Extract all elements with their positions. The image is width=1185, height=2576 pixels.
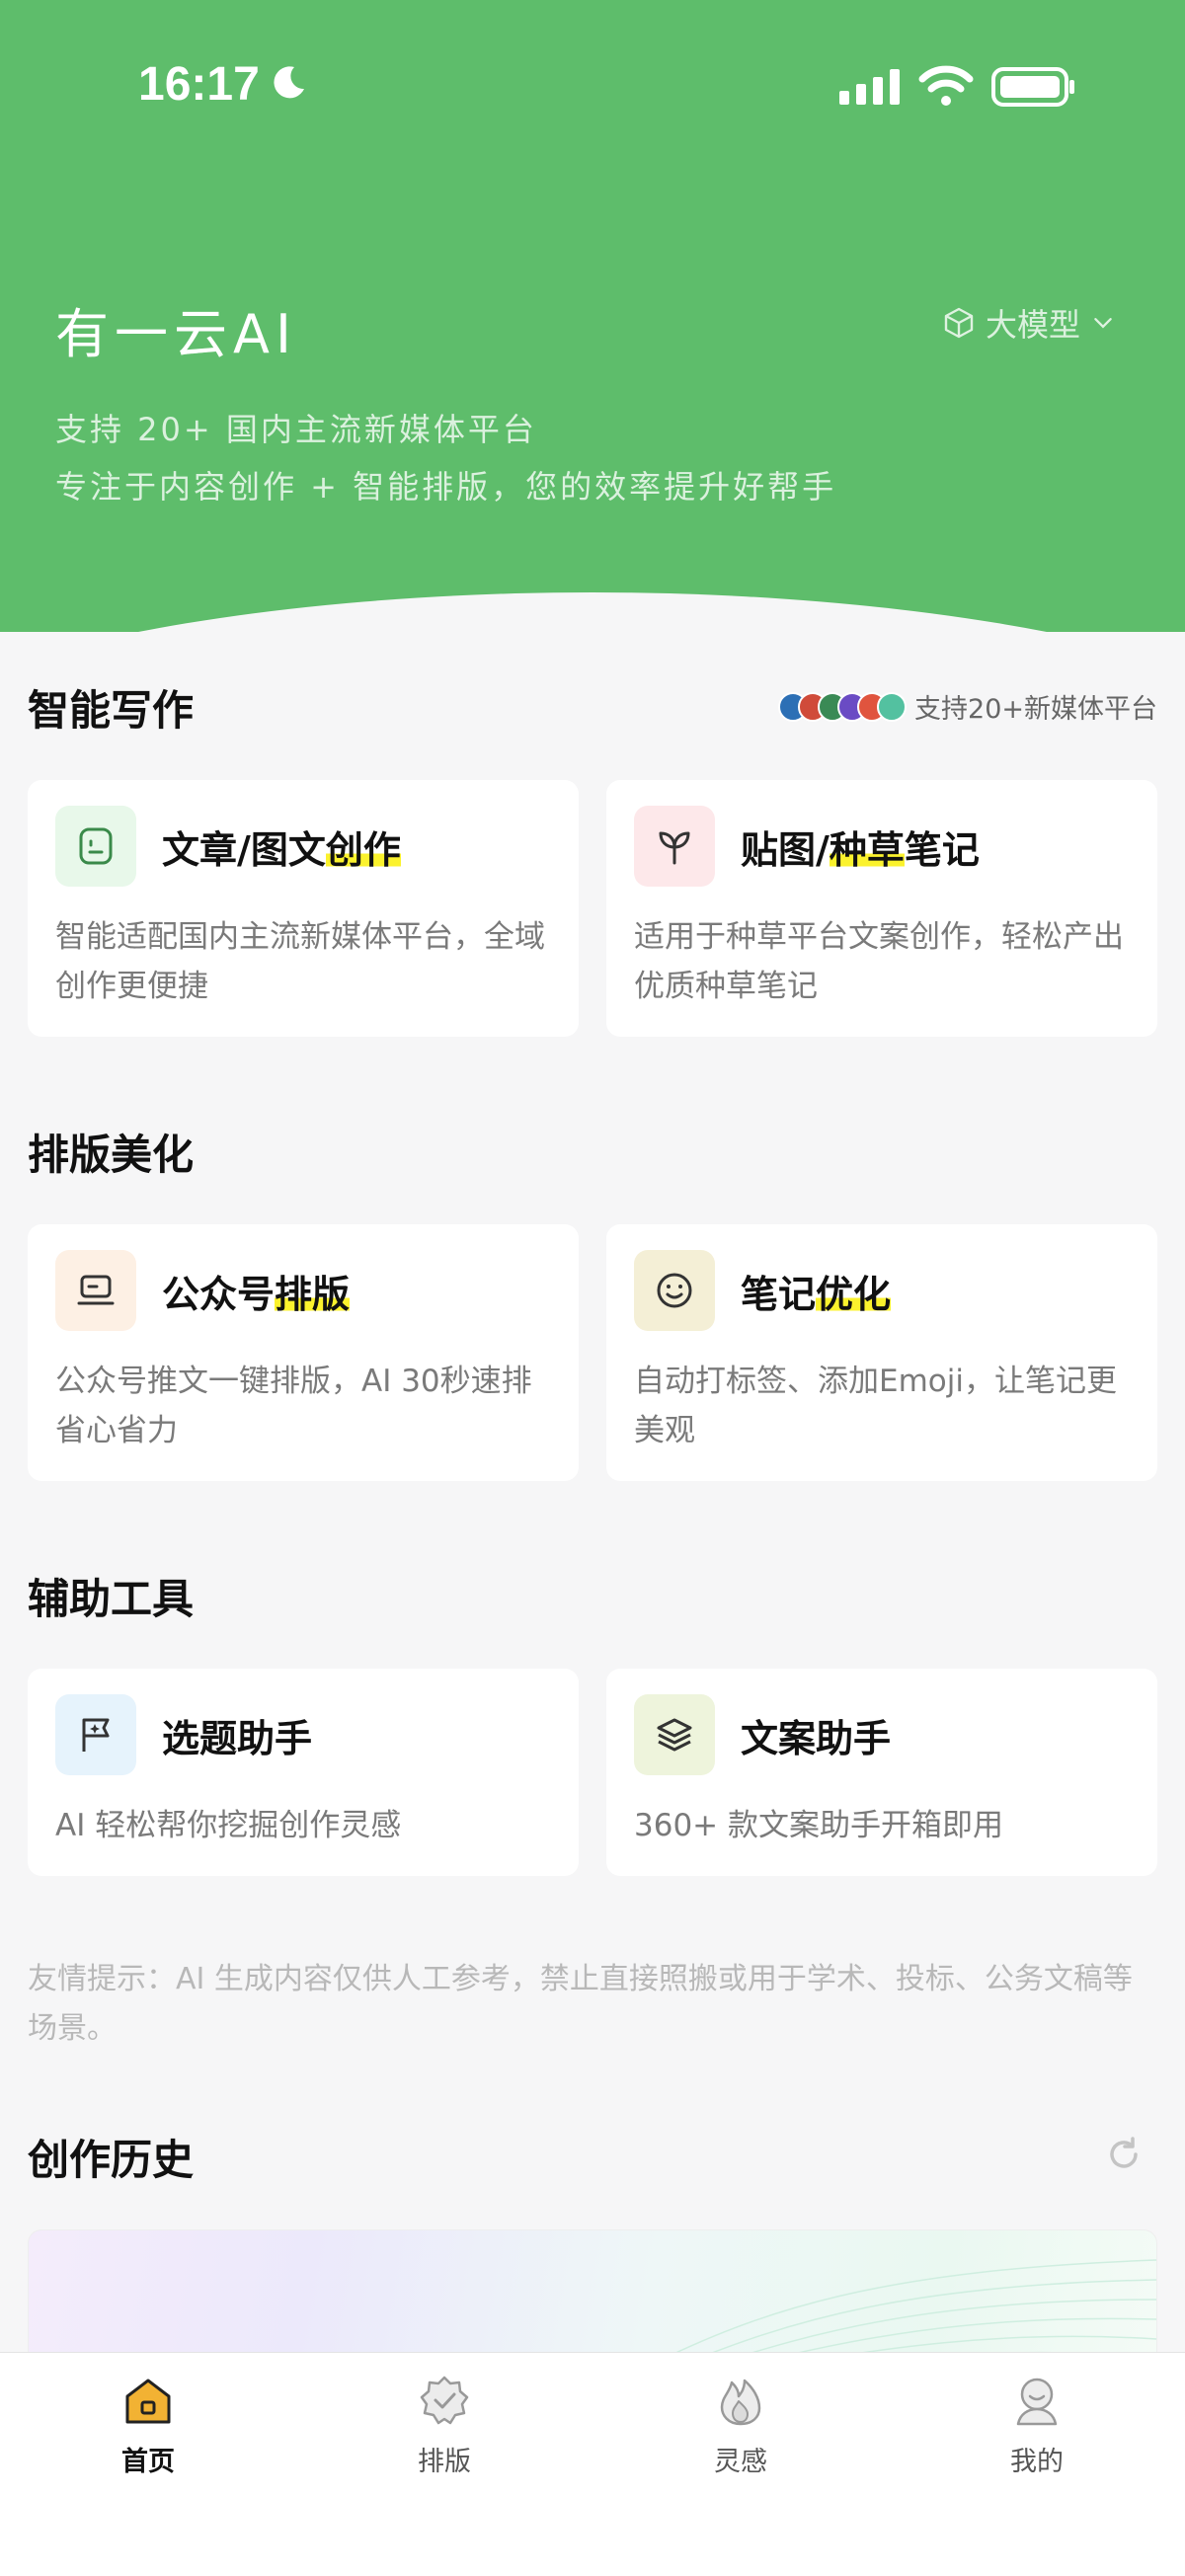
disclaimer-tip: 友情提示：AI 生成内容仅供人工参考，禁止直接照搬或用于学术、投标、公务文稿等场… [28,1962,1133,2046]
tab-label: 首页 [121,2447,175,2477]
card-copywriting-assistant[interactable]: 文案助手 360+ 款文案助手开箱即用 [606,1669,1157,1876]
battery-icon [991,67,1074,107]
header-subtitle: 支持 20+ 国内主流新媒体平台 [55,411,537,448]
wifi-icon [918,65,974,106]
card-title: 文章/图文创作 [162,828,401,872]
card-title: 文案助手 [741,1717,892,1760]
flame-icon [720,2379,761,2426]
tab-label: 我的 [1010,2447,1064,2477]
platform-avatars [778,691,908,722]
tab-label: 灵感 [714,2447,767,2477]
tab-inspiration[interactable]: 灵感 [642,2373,839,2478]
card-sticker-notes[interactable]: 贴图/种草笔记 适用于种草平台文案创作，轻松产出优质种草笔记 [606,780,1157,1037]
decorative-lines [645,2259,1156,2367]
status-time: 16:17 [138,58,260,111]
sprout-icon [634,806,715,887]
layers-icon [634,1694,715,1775]
chevron-down-icon [1094,318,1112,329]
status-bar: 16:17 [0,0,1185,158]
tab-layout[interactable]: 排版 [346,2373,543,2478]
card-description: 智能适配国内主流新媒体平台，全域创作更便捷 [55,919,545,1004]
card-description: 自动打标签、添加Emoji，让笔记更美观 [634,1364,1117,1448]
refresh-icon[interactable] [1104,2135,1144,2174]
card-title: 贴图/种草笔记 [741,828,980,872]
laptop-icon [55,1250,136,1331]
smile-icon [634,1250,715,1331]
history-card[interactable] [28,2229,1157,2368]
card-note-optimization[interactable]: 笔记优化 自动打标签、添加Emoji，让笔记更美观 [606,1224,1157,1481]
platform-support-note[interactable]: 支持20+新媒体平台 [778,687,1157,726]
bottom-tab-bar: 首页 排版 灵感 我的 [0,2352,1185,2576]
document-face-icon [55,806,136,887]
card-article-creation[interactable]: 文章/图文创作 智能适配国内主流新媒体平台，全域创作更便捷 [28,780,579,1037]
card-description: 适用于种草平台文案创作，轻松产出优质种草笔记 [634,919,1124,1004]
section-title-writing: 智能写作 [28,686,195,735]
flag-sparkle-icon [55,1694,136,1775]
card-topic-assistant[interactable]: 选题助手 AI 轻松帮你挖掘创作灵感 [28,1669,579,1876]
card-title: 选题助手 [162,1717,313,1760]
tab-mine[interactable]: 我的 [938,2373,1136,2478]
tab-home[interactable]: 首页 [49,2373,247,2478]
badge-check-icon [420,2376,469,2425]
profile-icon [1016,2378,1058,2426]
model-selector-button[interactable]: 大模型 [942,300,1116,346]
home-icon [125,2379,171,2424]
section-title-history: 创作历史 [28,2136,195,2184]
card-title: 笔记优化 [741,1273,892,1316]
tab-label: 排版 [418,2447,471,2477]
signal-icon [839,69,900,105]
section-title-tools: 辅助工具 [28,1575,195,1623]
card-official-account-layout[interactable]: 公众号排版 公众号推文一键排版，AI 30秒速排省心省力 [28,1224,579,1481]
card-description: 360+ 款文案助手开箱即用 [634,1808,1003,1843]
card-description: 公众号推文一键排版，AI 30秒速排省心省力 [55,1364,532,1448]
moon-icon [274,66,304,99]
cube-icon [944,307,974,339]
model-selector-label: 大模型 [986,306,1081,344]
platform-note-label: 支持20+新媒体平台 [914,694,1157,725]
header-curve [0,592,1185,632]
section-title-layout: 排版美化 [28,1131,195,1179]
card-title: 公众号排版 [162,1273,351,1316]
card-description: AI 轻松帮你挖掘创作灵感 [55,1808,402,1843]
app-title: 有一云AI [55,303,297,365]
header-banner: 16:17 有一云AI 大模型 支持 20+ 国内主流新媒体平台 专注于内容创作… [0,0,1185,632]
header-subtitle-2: 专注于内容创作 + 智能排版，您的效率提升好帮手 [55,468,837,506]
